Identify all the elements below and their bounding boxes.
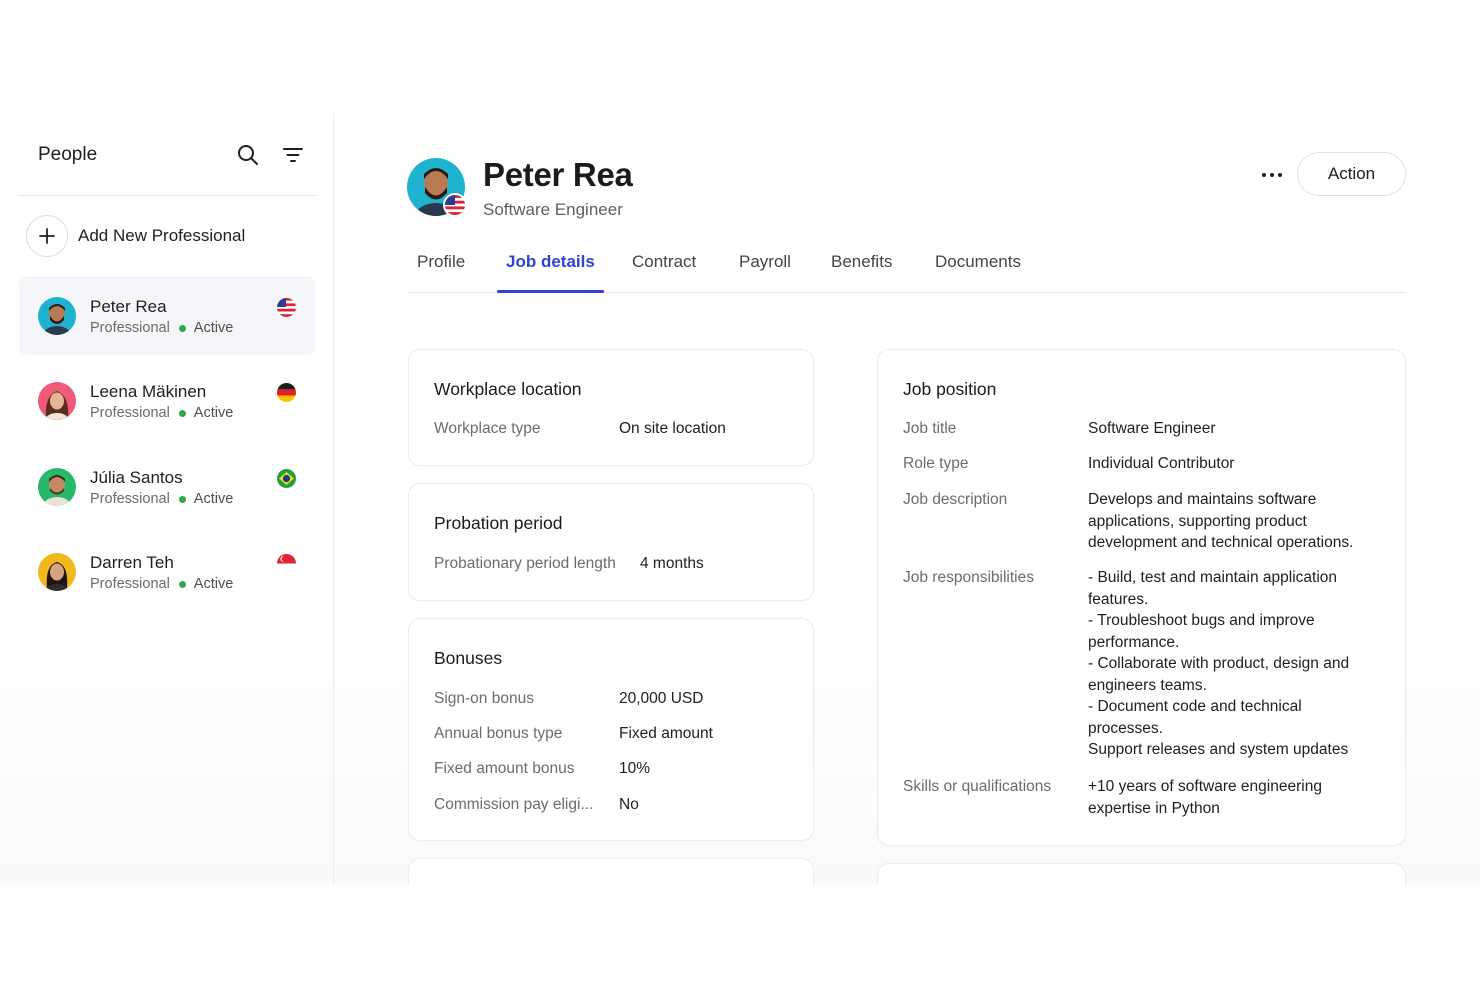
person-status: Active [193,405,234,421]
card-title: Workplace location [434,379,582,399]
next-card [408,858,814,885]
tab-benefits[interactable]: Benefits [831,252,892,272]
next-card [877,863,1406,885]
workplace-location-card: Workplace location Workplace type On sit… [408,349,814,466]
germany-flag-icon [277,383,296,402]
profile-job-title: Software Engineer [483,200,623,219]
singapore-flag-icon [277,554,296,573]
person-name: Peter Rea [90,297,167,316]
job-title-value: Software Engineer [1088,420,1216,437]
bonus-row-label: Sign-on bonus [434,690,534,707]
brazil-flag-icon [277,469,296,488]
probation-length-label: Probationary period length [434,555,616,572]
professional-details-panel: Peter Rea Software Engineer Action Profi… [334,113,1480,885]
active-status-dot [178,324,186,332]
person-role: Professional [90,491,170,507]
add-new-professional-button[interactable]: Add New Professional [26,215,245,257]
person-meta: Professional Active [90,576,233,592]
person-name: Leena Mäkinen [90,382,207,401]
plus-icon [26,215,68,257]
bonus-row-label: Annual bonus type [434,725,563,742]
profile-tabs: Profile Job details Contract Payroll Ben… [408,237,1406,293]
card-title: Job position [903,379,997,399]
tab-contract[interactable]: Contract [632,252,696,272]
skills-label: Skills or qualifications [903,778,1052,795]
bonuses-card: Bonuses Sign-on bonus 20,000 USD Annual … [408,618,814,841]
person-list-item-leena-makinen[interactable]: Leena Mäkinen Professional Active [19,361,315,440]
job-position-card: Job position Job title Software Engineer… [877,349,1406,846]
active-status-dot [178,580,186,588]
person-meta: Professional Active [90,320,233,336]
profile-name: Peter Rea [483,156,633,193]
person-role: Professional [90,405,170,421]
bonus-row-value: 20,000 USD [619,690,704,707]
role-type-value: Individual Contributor [1088,455,1235,472]
bonus-row-value: Fixed amount [619,725,713,742]
tab-job-details[interactable]: Job details [506,252,595,272]
person-status: Active [193,491,234,507]
avatar [38,468,76,506]
person-meta: Professional Active [90,405,233,421]
card-title: Bonuses [434,648,503,668]
app-window: People Add New Professional Peter Rea Pr… [0,113,1480,885]
more-options-icon[interactable] [1258,163,1286,187]
active-tab-indicator [497,290,604,293]
workplace-type-label: Workplace type [434,420,541,437]
job-responsibilities-value: - Build, test and maintain application f… [1088,569,1350,758]
skills-value: +10 years of software engineering expert… [1088,778,1322,817]
us-flag-icon [277,298,296,317]
job-title-label: Job title [903,420,957,437]
sidebar-header: People [18,113,316,196]
person-name: Júlia Santos [90,468,183,487]
avatar [38,382,76,420]
probation-period-card: Probation period Probationary period len… [408,483,814,601]
job-description-value: Develops and maintains software applicat… [1088,491,1354,551]
people-sidebar: People Add New Professional Peter Rea Pr… [0,113,334,885]
sidebar-title: People [38,144,98,165]
bonus-row-label: Fixed amount bonus [434,760,575,777]
person-list-item-darren-teh[interactable]: Darren Teh Professional Active [19,532,315,611]
tab-profile[interactable]: Profile [417,252,465,272]
bonus-row-label: Commission pay eligi... [434,796,594,813]
action-button[interactable]: Action [1297,152,1406,196]
bonus-row-value: No [619,796,639,813]
person-name: Darren Teh [90,553,174,572]
tab-payroll[interactable]: Payroll [739,252,791,272]
job-responsibilities-label: Job responsibilities [903,569,1034,586]
bonus-row-value: 10% [619,760,651,777]
person-meta: Professional Active [90,491,233,507]
person-list-item-julia-santos[interactable]: Júlia Santos Professional Active [19,447,315,526]
active-status-dot [178,495,186,503]
workplace-type-value: On site location [619,420,726,437]
job-description-label: Job description [903,491,1008,508]
person-list-item-peter-rea[interactable]: Peter Rea Professional Active [19,276,315,355]
avatar [38,553,76,591]
tab-documents[interactable]: Documents [935,252,1021,272]
avatar [38,297,76,335]
add-new-professional-label: Add New Professional [78,226,246,245]
active-status-dot [178,409,186,417]
person-role: Professional [90,576,170,592]
us-flag-icon [443,193,467,217]
person-status: Active [193,576,234,592]
probation-length-value: 4 months [640,555,704,572]
person-status: Active [193,320,234,336]
person-role: Professional [90,320,170,336]
filter-icon[interactable] [281,143,305,167]
card-title: Probation period [434,513,563,533]
role-type-label: Role type [903,455,969,472]
search-icon[interactable] [236,143,260,167]
